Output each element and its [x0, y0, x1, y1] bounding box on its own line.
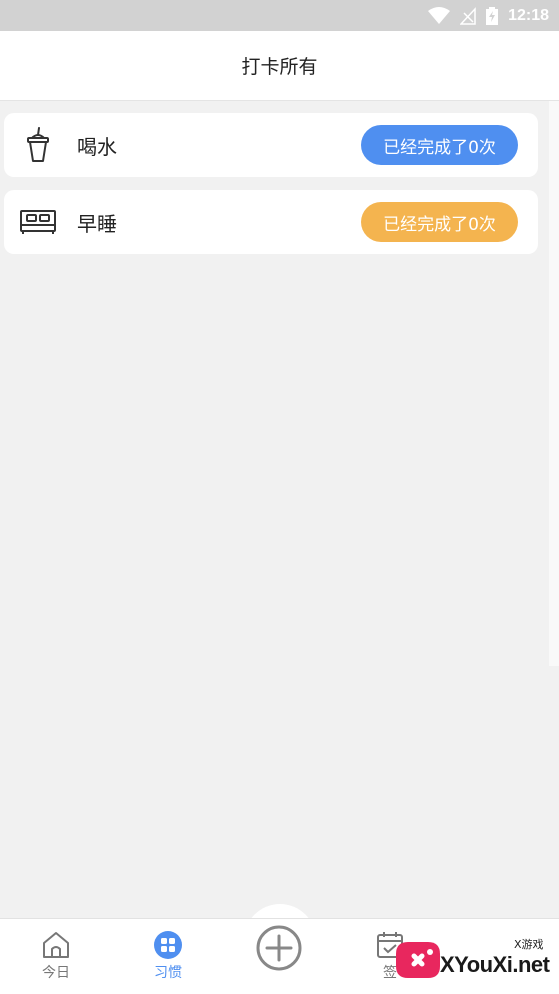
scroll-indicator — [549, 101, 559, 666]
home-icon — [43, 932, 69, 958]
page-title: 打卡所有 — [241, 56, 318, 78]
cup-icon — [18, 125, 58, 165]
app-header: 打卡所有 — [0, 31, 559, 101]
habit-name: 喝水 — [77, 134, 117, 159]
habit-card-sleep-early[interactable]: 早睡 已经完成了0次 — [4, 190, 538, 254]
habit-name: 早睡 — [77, 211, 117, 236]
bed-icon — [18, 202, 58, 242]
grid-icon — [154, 931, 182, 959]
watermark-text: XYouXi.net — [440, 952, 550, 977]
watermark-small-text: X游戏 — [514, 938, 544, 951]
add-circle-icon[interactable] — [254, 923, 304, 973]
watermark: X游戏 XYouXi.net — [390, 930, 555, 990]
wifi-icon — [428, 6, 451, 24]
habit-card-drink-water[interactable]: 喝水 已经完成了0次 — [4, 113, 538, 177]
tab-habits[interactable]: 习惯 — [128, 919, 208, 994]
tab-today[interactable]: 今日 — [16, 919, 96, 994]
status-time: 12:18 — [508, 6, 549, 24]
tab-label: 今日 — [42, 965, 70, 981]
signal-icon — [460, 6, 476, 25]
gamepad-logo-icon — [396, 942, 440, 978]
completion-badge[interactable]: 已经完成了0次 — [361, 125, 518, 165]
habit-list[interactable]: 喝水 已经完成了0次 早睡 已经完成了0次 — [0, 101, 559, 918]
tab-label: 习惯 — [154, 965, 182, 981]
status-bar: 12:18 — [0, 0, 559, 31]
battery-icon — [486, 6, 499, 25]
completion-badge[interactable]: 已经完成了0次 — [361, 202, 518, 242]
